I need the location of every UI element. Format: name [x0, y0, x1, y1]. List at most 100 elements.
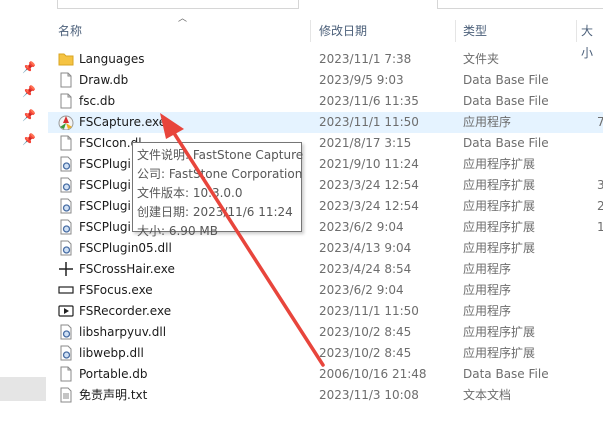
- file-name[interactable]: Draw.db: [79, 70, 128, 91]
- column-header: ︿ 名称 修改日期 类型 大小: [48, 14, 603, 60]
- file-row[interactable]: FSCrossHair.exe 2023/4/24 8:54 应用程序: [48, 259, 603, 280]
- file-date: 2006/10/16 21:48: [319, 367, 427, 381]
- file-date: 2023/3/24 12:54: [319, 178, 419, 192]
- file-type: Data Base File: [463, 73, 549, 87]
- nav-selected-item[interactable]: [0, 377, 46, 401]
- file-type: 应用程序: [463, 283, 512, 297]
- tooltip-size: 大小: 6.90 MB: [137, 224, 218, 238]
- file-type: 应用程序扩展: [463, 346, 536, 360]
- file-name[interactable]: FSFocus.exe: [79, 280, 153, 301]
- dll-icon: [58, 177, 74, 193]
- file-name[interactable]: FSCrossHair.exe: [79, 259, 175, 280]
- file-date: 2021/9/10 11:24: [319, 157, 419, 171]
- file-type: Data Base File: [463, 367, 549, 381]
- dll-icon: [58, 198, 74, 214]
- file-size: 2: [597, 199, 603, 213]
- file-type: 文本文档: [463, 388, 512, 402]
- file-name[interactable]: FSRecorder.exe: [79, 301, 171, 322]
- file-name[interactable]: FSCPlugi: [79, 196, 131, 217]
- dll-icon: [58, 240, 74, 256]
- file-date: 2023/6/2 9:04: [319, 220, 404, 234]
- file-row[interactable]: FSCPlugin05.dll 2023/4/13 9:04 应用程序扩展: [48, 238, 603, 259]
- file-size: 7: [597, 115, 603, 129]
- file-name[interactable]: libsharpyuv.dll: [79, 322, 166, 343]
- column-type-header[interactable]: 类型: [463, 20, 487, 42]
- file-type: 应用程序扩展: [463, 157, 536, 171]
- column-divider[interactable]: [576, 20, 577, 42]
- file-row[interactable]: Draw.db 2023/9/5 9:03 Data Base File: [48, 70, 603, 91]
- file-row[interactable]: libsharpyuv.dll 2023/10/2 8:45 应用程序扩展: [48, 322, 603, 343]
- text-file-icon: [58, 387, 74, 403]
- file-row[interactable]: Languages 2023/11/1 7:38 文件夹: [48, 49, 603, 70]
- file-row[interactable]: fsc.db 2023/11/6 11:35 Data Base File: [48, 91, 603, 112]
- column-date-header[interactable]: 修改日期: [319, 20, 367, 42]
- file-name[interactable]: Languages: [79, 49, 144, 70]
- file-type: Data Base File: [463, 136, 549, 150]
- dll-icon: [58, 156, 74, 172]
- toolbar-edge: [57, 0, 299, 9]
- dll-icon: [58, 219, 74, 235]
- column-size-header[interactable]: 大小: [581, 20, 603, 60]
- folder-icon: [58, 51, 74, 67]
- file-name[interactable]: libwebp.dll: [79, 343, 144, 364]
- navigation-pane: 📌 📌 📌 📌: [0, 0, 46, 437]
- file-name[interactable]: FSCapture.exe: [79, 112, 166, 133]
- file-type: 应用程序扩展: [463, 325, 536, 339]
- file-type: 应用程序扩展: [463, 220, 536, 234]
- file-name[interactable]: Portable.db: [79, 364, 148, 385]
- column-name-header[interactable]: 名称: [58, 20, 82, 42]
- file-type: 应用程序: [463, 304, 512, 318]
- file-date: 2023/4/13 9:04: [319, 241, 412, 255]
- file-row[interactable]: 免责声明.txt 2023/11/3 10:08 文本文档: [48, 385, 603, 406]
- tooltip-version: 文件版本: 10.3.0.0: [137, 186, 243, 200]
- file-type: 应用程序扩展: [463, 241, 536, 255]
- file-type: 应用程序扩展: [463, 178, 536, 192]
- column-divider[interactable]: [455, 20, 456, 42]
- file-size: 3: [597, 178, 603, 192]
- file-row[interactable]: FSFocus.exe 2023/6/2 9:04 应用程序: [48, 280, 603, 301]
- recorder-icon: [58, 303, 74, 319]
- file-name[interactable]: 免责声明.txt: [79, 385, 147, 406]
- file-icon: [58, 93, 74, 109]
- tooltip-created: 创建日期: 2023/11/6 11:24: [137, 205, 293, 219]
- crosshair-icon: [58, 261, 74, 277]
- file-icon: [58, 366, 74, 382]
- file-type: 应用程序: [463, 115, 512, 129]
- pin-icon[interactable]: 📌: [22, 110, 36, 122]
- search-box-edge[interactable]: [437, 0, 603, 9]
- file-name[interactable]: FSCPlugi: [79, 217, 131, 238]
- file-name[interactable]: FSCPlugin05.dll: [79, 238, 172, 259]
- file-row[interactable]: libwebp.dll 2023/10/2 8:45 应用程序扩展: [48, 343, 603, 364]
- file-name[interactable]: fsc.db: [79, 91, 115, 112]
- file-date: 2021/8/17 3:15: [319, 136, 412, 150]
- file-icon: [58, 72, 74, 88]
- file-date: 2023/11/1 7:38: [319, 52, 412, 66]
- file-date: 2023/11/1 11:50: [319, 115, 419, 129]
- file-date: 2023/3/24 12:54: [319, 199, 419, 213]
- file-date: 2023/10/2 8:45: [319, 325, 412, 339]
- file-date: 2023/6/2 9:04: [319, 283, 404, 297]
- column-divider[interactable]: [310, 20, 311, 42]
- file-size: 1: [597, 220, 603, 234]
- file-date: 2023/11/3 10:08: [319, 388, 419, 402]
- file-date: 2023/11/1 11:50: [319, 304, 419, 318]
- dll-icon: [58, 324, 74, 340]
- file-type: Data Base File: [463, 94, 549, 108]
- file-date: 2023/11/6 11:35: [319, 94, 419, 108]
- file-row[interactable]: FSCapture.exe 2023/11/1 11:50 应用程序 7: [48, 112, 603, 133]
- file-row[interactable]: FSRecorder.exe 2023/11/1 11:50 应用程序: [48, 301, 603, 322]
- focus-rect-icon: [58, 282, 74, 298]
- pin-icon[interactable]: 📌: [22, 86, 36, 98]
- file-name[interactable]: FSCPlugi: [79, 175, 131, 196]
- pin-icon[interactable]: 📌: [22, 62, 36, 74]
- file-date: 2023/10/2 8:45: [319, 346, 412, 360]
- dll-icon: [58, 345, 74, 361]
- pin-icon[interactable]: 📌: [22, 134, 36, 146]
- file-type: 应用程序: [463, 262, 512, 276]
- tooltip-description: 文件说明: FastStone Capture: [137, 148, 304, 162]
- file-name[interactable]: FSCPlugi: [79, 154, 131, 175]
- faststone-app-icon: [58, 114, 74, 131]
- file-type: 应用程序扩展: [463, 199, 536, 213]
- file-row[interactable]: Portable.db 2006/10/16 21:48 Data Base Fil…: [48, 364, 603, 385]
- file-date: 2023/9/5 9:03: [319, 73, 404, 87]
